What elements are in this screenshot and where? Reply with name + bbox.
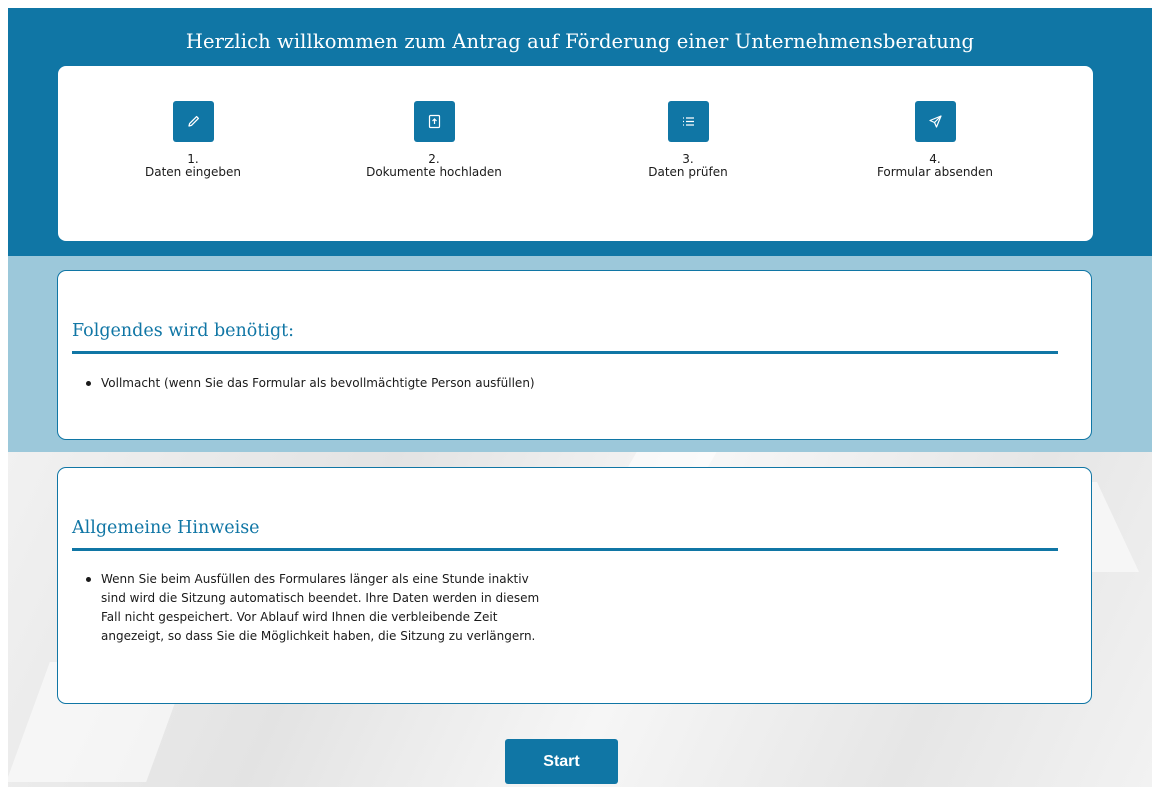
start-button[interactable]: Start (505, 739, 618, 784)
list-item: Vollmacht (wenn Sie das Formular als bev… (86, 374, 535, 393)
upload-document-icon[interactable] (413, 101, 455, 142)
step-form-submit: 4. Formular absenden (835, 101, 1035, 179)
heading-divider (72, 548, 1058, 551)
notes-panel: Allgemeine Hinweise Wenn Sie beim Ausfül… (57, 467, 1092, 704)
requirements-heading: Folgendes wird benötigt: (72, 321, 295, 341)
step-label: Daten eingeben (144, 165, 242, 179)
page-title: Herzlich willkommen zum Antrag auf Förde… (185, 30, 975, 53)
notes-list: Wenn Sie beim Ausfüllen des Formulares l… (86, 570, 556, 646)
step-data-review: 3. Daten prüfen (588, 101, 788, 179)
header-banner: Herzlich willkommen zum Antrag auf Förde… (8, 8, 1152, 256)
step-label: Formular absenden (876, 165, 994, 179)
pencil-icon[interactable] (172, 101, 214, 142)
requirements-panel: Folgendes wird benötigt: Vollmacht (wenn… (57, 270, 1092, 440)
step-label: Daten prüfen (648, 165, 728, 179)
steps-card: 1. Daten eingeben 2. Dokumente hochladen… (58, 66, 1093, 241)
step-data-entry: 1. Daten eingeben (93, 101, 293, 179)
requirements-list: Vollmacht (wenn Sie das Formular als bev… (86, 374, 535, 393)
heading-divider (72, 351, 1058, 354)
notes-heading: Allgemeine Hinweise (72, 518, 260, 538)
send-icon[interactable] (914, 101, 956, 142)
step-label: Dokumente hochladen (366, 165, 502, 179)
checklist-icon[interactable] (667, 101, 709, 142)
list-item: Wenn Sie beim Ausfüllen des Formulares l… (86, 570, 556, 646)
step-document-upload: 2. Dokumente hochladen (334, 101, 534, 179)
